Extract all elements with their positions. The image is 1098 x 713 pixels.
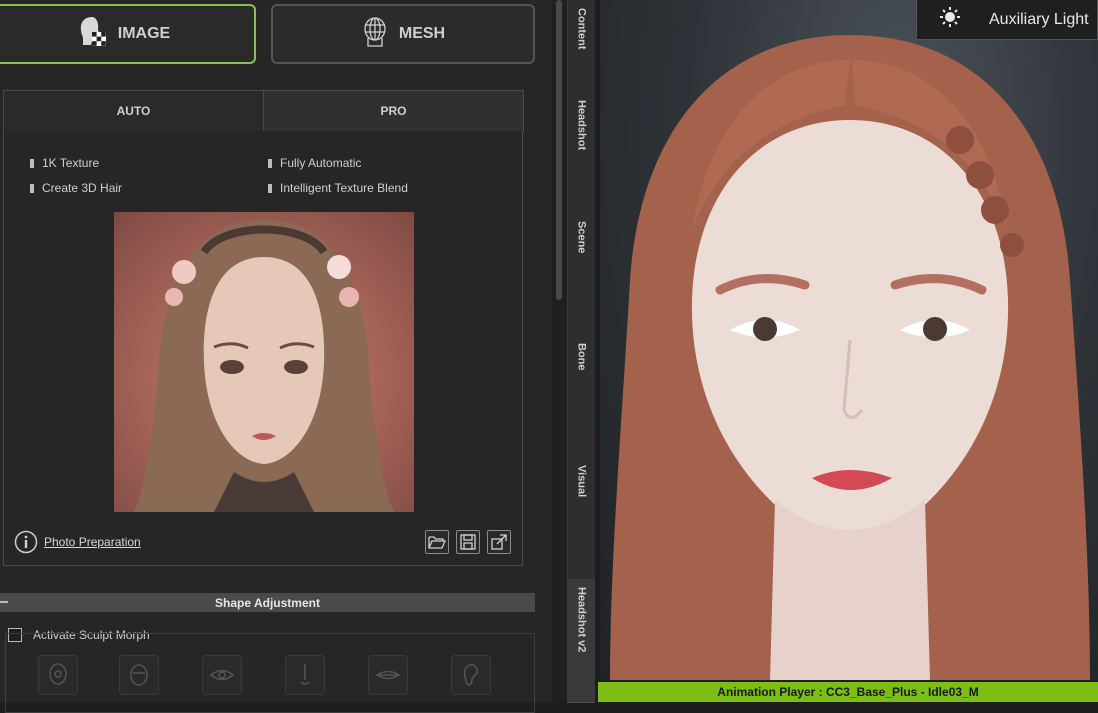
eye-sculpt-icon[interactable] — [202, 655, 242, 695]
feature-label: Fully Automatic — [280, 156, 362, 170]
side-tab-label: Visual — [575, 465, 588, 498]
bullet-icon — [30, 158, 34, 168]
side-tab-bone[interactable]: Bone — [567, 335, 595, 458]
scroll-thumb[interactable] — [556, 0, 562, 300]
auxiliary-light-label: Auxiliary Light — [989, 10, 1089, 28]
status-text: Animation Player : CC3_Base_Plus - Idle0… — [717, 685, 979, 699]
feature-label: Create 3D Hair — [42, 181, 123, 195]
side-tab-label: Scene — [575, 221, 588, 254]
bullet-icon — [30, 183, 34, 193]
feature-label: 1K Texture — [42, 156, 100, 170]
side-tab-headshot-v2[interactable]: Headshot v2 — [567, 579, 595, 703]
tab-pro[interactable]: PRO — [264, 91, 523, 131]
info-icon[interactable] — [14, 530, 38, 554]
shape-adjustment-header[interactable]: Shape Adjustment — [0, 593, 535, 612]
feature-item: Fully Automatic — [268, 156, 361, 170]
face-sculpt-icon[interactable] — [119, 655, 159, 695]
export-icon[interactable] — [487, 530, 511, 554]
save-icon[interactable] — [456, 530, 480, 554]
tab-auto[interactable]: AUTO — [4, 91, 264, 131]
animation-player-status: Animation Player : CC3_Base_Plus - Idle0… — [598, 682, 1098, 702]
feature-item: Intelligent Texture Blend — [268, 181, 408, 195]
image-mode-label: IMAGE — [117, 25, 171, 42]
photo-preparation-link[interactable]: Photo Preparation — [44, 535, 141, 549]
section-title: Shape Adjustment — [215, 595, 320, 610]
nose-sculpt-icon[interactable] — [285, 655, 325, 695]
side-tab-label: Bone — [575, 343, 588, 371]
headshot-panel: IMAGE MESH AUTO PRO 1K Texture Fully Aut… — [0, 0, 552, 713]
side-tab-headshot[interactable]: Headshot — [567, 92, 595, 214]
mode-tabs: AUTO PRO — [3, 90, 524, 132]
mouth-sculpt-icon[interactable] — [368, 655, 408, 695]
feature-item: 1K Texture — [30, 156, 99, 170]
side-tab-visual[interactable]: Visual — [567, 457, 595, 580]
side-tab-content[interactable]: Content — [567, 0, 595, 93]
3d-head-render — [610, 35, 1090, 680]
head-sculpt-icon[interactable] — [38, 655, 78, 695]
side-tab-scene[interactable]: Scene — [567, 213, 595, 336]
3d-viewport[interactable] — [600, 0, 1098, 680]
sun-icon — [939, 6, 961, 33]
folder-open-icon[interactable] — [425, 530, 449, 554]
image-mode-button[interactable]: IMAGE — [0, 4, 256, 64]
mesh-mode-button[interactable]: MESH — [271, 4, 535, 64]
collapse-icon — [0, 601, 8, 603]
mesh-mode-label: MESH — [398, 25, 446, 42]
source-photo[interactable] — [114, 212, 414, 512]
mesh-head-icon — [361, 16, 389, 53]
bullet-icon — [268, 183, 272, 193]
auxiliary-light-toggle[interactable]: Auxiliary Light — [916, 0, 1098, 40]
side-tab-label: Headshot v2 — [575, 587, 588, 653]
head-image-icon — [78, 15, 108, 54]
side-tab-bar: Content Headshot Scene Bone Visual Heads… — [567, 0, 595, 703]
side-tab-label: Headshot — [575, 100, 588, 151]
ear-sculpt-icon[interactable] — [451, 655, 491, 695]
side-tab-label: Content — [575, 8, 588, 50]
feature-item: Create 3D Hair — [30, 181, 122, 195]
bullet-icon — [268, 158, 272, 168]
feature-label: Intelligent Texture Blend — [280, 181, 408, 195]
